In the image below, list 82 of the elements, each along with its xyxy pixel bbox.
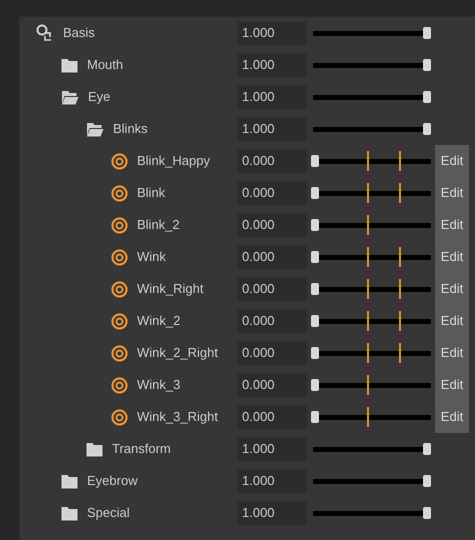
slider[interactable]	[311, 250, 431, 264]
target-icon	[111, 344, 128, 362]
item-label: Wink_3_Right	[137, 408, 218, 426]
value-field[interactable]: 1.000	[237, 86, 307, 108]
slider[interactable]	[311, 346, 431, 360]
slider-thumb[interactable]	[423, 123, 431, 135]
slider-thumb[interactable]	[423, 59, 431, 71]
slider[interactable]	[311, 282, 431, 296]
item-label: Wink	[137, 248, 166, 266]
slider[interactable]	[311, 378, 431, 392]
target-icon	[111, 312, 128, 330]
slider[interactable]	[311, 26, 431, 40]
value-field[interactable]: 0.000	[237, 342, 307, 364]
edit-button[interactable]: Edit	[435, 337, 469, 369]
slider[interactable]	[311, 314, 431, 328]
target-icon	[111, 280, 128, 298]
slider[interactable]	[311, 218, 431, 232]
item-label: Blink_Happy	[137, 152, 210, 170]
value-field[interactable]: 0.000	[237, 374, 307, 396]
slider-thumb[interactable]	[311, 347, 319, 359]
slider[interactable]	[311, 90, 431, 104]
slider-thumb[interactable]	[423, 443, 431, 455]
value-field[interactable]: 1.000	[237, 54, 307, 76]
slider-thumb[interactable]	[423, 475, 431, 487]
slider-thumb[interactable]	[423, 91, 431, 103]
slider[interactable]	[311, 154, 431, 168]
slider[interactable]	[311, 506, 431, 520]
value-field[interactable]: 1.000	[237, 470, 307, 492]
value-field[interactable]: 1.000	[237, 118, 307, 140]
item-label: Eyebrow	[87, 472, 138, 490]
edit-button[interactable]: Edit	[435, 305, 469, 337]
slider-thumb[interactable]	[311, 251, 319, 263]
edit-button[interactable]: Edit	[435, 369, 469, 401]
item-label: Blink_2	[137, 216, 180, 234]
target-icon	[111, 152, 128, 170]
value-field[interactable]: 0.000	[237, 278, 307, 300]
slider-thumb[interactable]	[311, 187, 319, 199]
slider-thumb[interactable]	[311, 155, 319, 167]
slider-thumb[interactable]	[311, 379, 319, 391]
target-icon	[111, 248, 128, 266]
slider[interactable]	[311, 186, 431, 200]
slider[interactable]	[311, 442, 431, 456]
item-label: Wink_2_Right	[137, 344, 218, 362]
edit-button[interactable]: Edit	[435, 401, 469, 433]
value-field[interactable]: 0.000	[237, 246, 307, 268]
item-label: Special	[87, 504, 130, 522]
edit-button[interactable]: Edit	[435, 241, 469, 273]
target-icon	[111, 184, 128, 202]
slider-thumb[interactable]	[423, 27, 431, 39]
value-field[interactable]: 1.000	[237, 438, 307, 460]
item-label: Blinks	[113, 120, 148, 138]
slider-thumb[interactable]	[311, 315, 319, 327]
value-field[interactable]: 0.000	[237, 182, 307, 204]
target-icon	[111, 408, 128, 426]
item-label: Blink	[137, 184, 166, 202]
target-icon	[111, 376, 128, 394]
value-field[interactable]: 1.000	[237, 502, 307, 524]
slider-thumb[interactable]	[311, 411, 319, 423]
item-label: Eye	[88, 88, 110, 106]
value-field[interactable]: 0.000	[237, 310, 307, 332]
slider[interactable]	[311, 58, 431, 72]
edit-button[interactable]: Edit	[435, 145, 469, 177]
item-label: Wink_Right	[137, 280, 204, 298]
edit-button[interactable]: Edit	[435, 273, 469, 305]
slider-thumb[interactable]	[423, 507, 431, 519]
target-icon	[111, 216, 128, 234]
slider[interactable]	[311, 474, 431, 488]
item-label: Basis	[63, 24, 95, 42]
item-label: Mouth	[87, 56, 124, 74]
slider-thumb[interactable]	[311, 219, 319, 231]
edit-button[interactable]: Edit	[435, 177, 469, 209]
item-label: Transform	[112, 440, 171, 458]
edit-button[interactable]: Edit	[435, 209, 469, 241]
slider-thumb[interactable]	[311, 283, 319, 295]
value-field[interactable]: 0.000	[237, 150, 307, 172]
item-label: Wink_3	[137, 376, 180, 394]
value-field[interactable]: 1.000	[237, 22, 307, 44]
value-field[interactable]: 0.000	[237, 406, 307, 428]
slider[interactable]	[311, 122, 431, 136]
slider[interactable]	[311, 410, 431, 424]
item-label: Wink_2	[137, 312, 180, 330]
value-field[interactable]: 0.000	[237, 214, 307, 236]
